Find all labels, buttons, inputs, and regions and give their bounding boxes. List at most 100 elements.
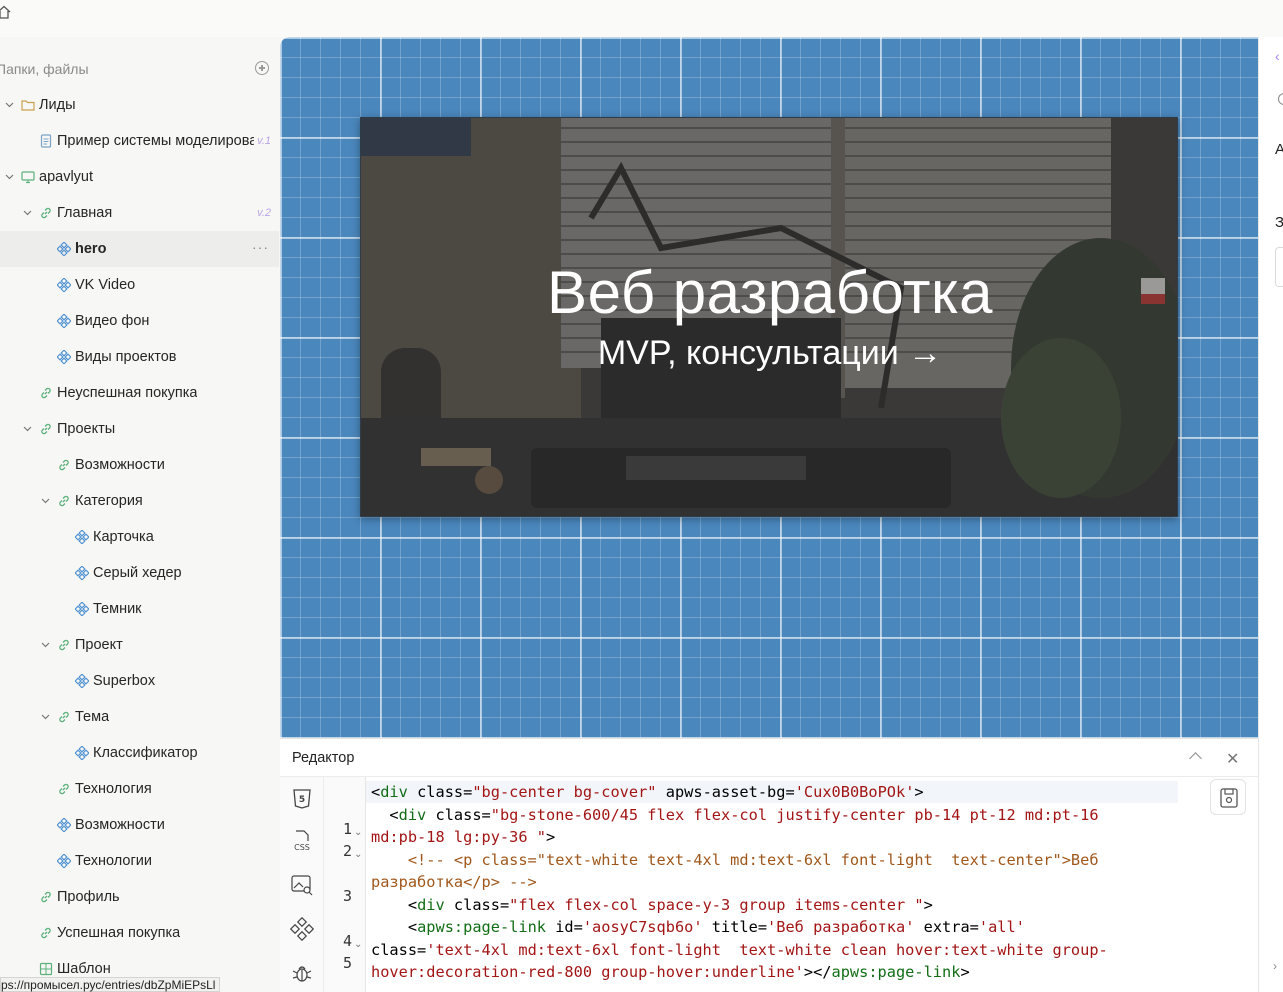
sidebar-item[interactable]: Главная v.2 xyxy=(0,195,279,231)
back-chevron-icon[interactable]: ‹ xyxy=(1275,48,1280,64)
hero-title[interactable]: Веб разработка xyxy=(361,258,1177,327)
sidebar-item-label: Проект xyxy=(75,637,123,653)
sidebar-item[interactable]: Темник xyxy=(0,591,279,627)
line-number: 2 xyxy=(342,842,352,860)
link-icon xyxy=(39,206,53,220)
image-search-icon[interactable] xyxy=(290,873,314,897)
sidebar-item-label: Успешная покупка xyxy=(57,925,181,941)
close-icon[interactable]: ✕ xyxy=(1226,749,1239,769)
bug-icon[interactable] xyxy=(290,961,314,985)
sidebar-item-label: Технология xyxy=(75,781,152,797)
component-icon xyxy=(74,745,90,761)
sidebar-item[interactable]: Виды проектов xyxy=(0,339,279,375)
sidebar-item[interactable]: Лиды xyxy=(0,87,279,123)
sidebar-item-label: Главная xyxy=(57,205,113,221)
component-icon xyxy=(74,601,90,617)
search-bar[interactable]: Папки, файлы xyxy=(0,57,279,81)
html5-icon[interactable]: 5 xyxy=(290,787,314,811)
code-area[interactable]: <div class="bg-center bg-cover" apws-ass… xyxy=(366,777,1258,992)
save-icon xyxy=(1220,788,1238,808)
fold-chevron-icon[interactable]: ⌄ xyxy=(354,939,362,950)
fold-chevron-icon[interactable]: ⌄ xyxy=(354,827,362,838)
sidebar-item[interactable]: Видео фон xyxy=(0,303,279,339)
line-number: 5 xyxy=(342,954,352,972)
sidebar-item-label: hero xyxy=(75,241,107,257)
sidebar-item-label: VK Video xyxy=(75,277,136,293)
version-badge: v.2 xyxy=(257,207,271,219)
sidebar-item[interactable]: Профиль xyxy=(0,879,279,915)
sidebar-item-label: Лиды xyxy=(39,97,76,113)
sidebar-item-label: Тема xyxy=(75,709,110,725)
sidebar-item[interactable]: Успешная покупка xyxy=(0,915,279,951)
sidebar-item[interactable]: Возможности xyxy=(0,807,279,843)
sidebar-item[interactable]: hero ··· xyxy=(0,231,279,267)
editor-toolbar: 5 CSS xyxy=(280,777,324,992)
hero-preview[interactable]: Веб разработка MVP, консультации → xyxy=(360,117,1178,517)
chevron-down-icon[interactable] xyxy=(23,424,32,433)
chevron-down-icon[interactable] xyxy=(5,172,14,181)
sidebar-item-label: Категория xyxy=(75,493,143,509)
sidebar-item[interactable]: Возможности xyxy=(0,447,279,483)
add-icon[interactable] xyxy=(255,61,269,75)
sidebar-item-label: Superbox xyxy=(93,673,156,689)
sidebar-item[interactable]: Superbox xyxy=(0,663,279,699)
component-icon[interactable] xyxy=(290,917,314,941)
fold-chevron-icon[interactable]: ⌄ xyxy=(354,849,362,860)
search-input[interactable]: Папки, файлы xyxy=(0,61,89,77)
chevron-down-icon[interactable] xyxy=(41,712,50,721)
css-icon[interactable]: CSS xyxy=(290,829,314,853)
panel-label-a: А xyxy=(1275,141,1283,158)
top-bar xyxy=(0,0,1283,37)
sidebar-item[interactable]: Технологии xyxy=(0,843,279,879)
sidebar-item[interactable]: Технология xyxy=(0,771,279,807)
sidebar-item[interactable]: Серый хедер xyxy=(0,555,279,591)
hero-subtitle[interactable]: MVP, консультации → xyxy=(361,334,1177,373)
sidebar-item-label: Возможности xyxy=(75,457,165,473)
component-icon xyxy=(56,241,72,257)
sidebar: Папки, файлы Лиды Пример системы моделиро… xyxy=(0,37,279,992)
more-options-icon[interactable]: ··· xyxy=(252,239,269,255)
home-icon[interactable] xyxy=(0,5,11,19)
sidebar-item-label: Возможности xyxy=(75,817,165,833)
sidebar-item[interactable]: Неуспешная покупка xyxy=(0,375,279,411)
sidebar-item[interactable]: Проекты xyxy=(0,411,279,447)
sidebar-item-label: Пример системы моделирования xyxy=(57,133,254,149)
save-button[interactable] xyxy=(1210,779,1246,815)
template-icon xyxy=(39,962,53,976)
code-editor-panel: Редактор ✕ 5 CSS 1 ⌄ 2 ⌄ 3 4 ⌄ 5 <div cl… xyxy=(280,738,1258,992)
chevron-down-icon[interactable] xyxy=(41,496,50,505)
sidebar-item[interactable]: Тема xyxy=(0,699,279,735)
component-icon xyxy=(56,853,72,869)
chevron-up-icon[interactable] xyxy=(1189,752,1202,765)
sidebar-item[interactable]: Карточка xyxy=(0,519,279,555)
svg-text:CSS: CSS xyxy=(294,843,310,852)
version-badge: v.1 xyxy=(257,135,271,147)
chevron-down-icon[interactable] xyxy=(23,208,32,217)
sidebar-item[interactable]: Категория xyxy=(0,483,279,519)
component-icon xyxy=(56,313,72,329)
sidebar-item-label: Классификатор xyxy=(93,745,198,761)
component-icon xyxy=(74,673,90,689)
sidebar-item-label: Темник xyxy=(93,601,142,617)
panel-field[interactable] xyxy=(1275,247,1283,287)
sidebar-item[interactable]: Проект xyxy=(0,627,279,663)
link-icon xyxy=(57,710,71,724)
sidebar-item[interactable]: VK Video xyxy=(0,267,279,303)
svg-text:5: 5 xyxy=(299,795,305,805)
sidebar-item-label: Видео фон xyxy=(75,313,150,329)
link-icon xyxy=(39,422,53,436)
expand-chevron-icon[interactable]: › xyxy=(1273,959,1277,973)
circle-icon[interactable] xyxy=(1278,93,1283,105)
folder-icon xyxy=(21,98,35,112)
code-text[interactable]: <div class="bg-center bg-cover" apws-ass… xyxy=(371,781,1108,984)
link-icon xyxy=(39,386,53,400)
link-icon xyxy=(39,890,53,904)
sidebar-item[interactable]: Классификатор xyxy=(0,735,279,771)
chevron-down-icon[interactable] xyxy=(5,100,14,109)
sidebar-item[interactable]: apavlyut xyxy=(0,159,279,195)
sidebar-item-label: Виды проектов xyxy=(75,349,177,365)
component-icon xyxy=(56,277,72,293)
chevron-down-icon[interactable] xyxy=(41,640,50,649)
sidebar-item[interactable]: Пример системы моделированияv.1 xyxy=(0,123,279,159)
sidebar-item-label: Карточка xyxy=(93,529,154,545)
